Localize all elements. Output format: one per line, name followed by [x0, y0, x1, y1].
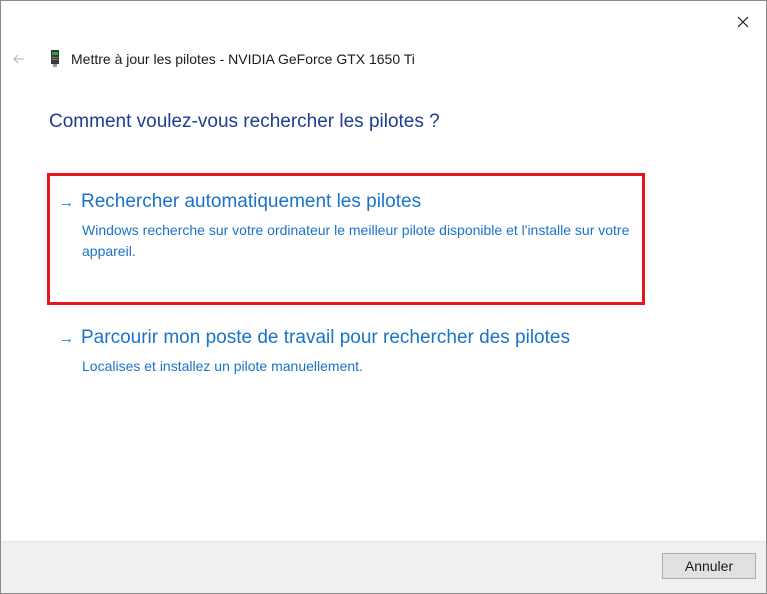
cancel-button[interactable]: Annuler — [662, 553, 756, 579]
back-button[interactable] — [9, 49, 29, 69]
option-title[interactable]: Parcourir mon poste de travail pour rech… — [81, 327, 570, 349]
option-description: Windows recherche sur votre ordinateur l… — [82, 222, 630, 259]
option-browse-computer[interactable]: → Parcourir mon poste de travail pour re… — [59, 327, 642, 377]
option-title[interactable]: Rechercher automatiquement les pilotes — [81, 191, 421, 213]
close-button[interactable] — [728, 9, 758, 35]
dialog-footer: Annuler — [1, 541, 766, 593]
dialog-title: Mettre à jour les pilotes - NVIDIA GeFor… — [71, 51, 415, 67]
option-description: Localises et installez un pilote manuell… — [82, 358, 363, 374]
right-arrow-icon: → — [59, 194, 74, 211]
driver-update-dialog: Mettre à jour les pilotes - NVIDIA GeFor… — [0, 0, 767, 594]
option-search-automatically[interactable]: → Rechercher automatiquement les pilotes… — [59, 191, 642, 262]
dialog-title-bar: Mettre à jour les pilotes - NVIDIA GeFor… — [49, 49, 415, 69]
right-arrow-icon: → — [59, 330, 74, 347]
page-heading: Comment voulez-vous rechercher les pilot… — [49, 111, 440, 132]
close-icon — [737, 16, 749, 28]
graphics-card-icon — [49, 50, 61, 68]
back-arrow-icon — [13, 54, 24, 64]
